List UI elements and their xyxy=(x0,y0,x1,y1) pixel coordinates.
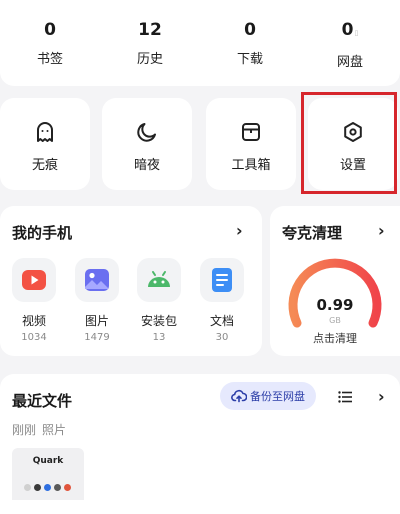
clean-button[interactable]: 点击清理 xyxy=(270,330,400,346)
mini-mark-icon: ▯ xyxy=(354,29,359,37)
stat-cloud-drive[interactable]: 0▯ 网盘 xyxy=(300,0,400,86)
app-icon-tile xyxy=(200,258,244,302)
stat-value-text: 0 xyxy=(341,20,354,40)
storage-unit: GB xyxy=(329,316,341,325)
app-label: 安装包 xyxy=(140,314,177,328)
video-icon xyxy=(22,270,46,290)
stat-value: 0▯ xyxy=(342,20,359,43)
app-count: 1034 xyxy=(21,332,47,343)
stat-value: 12 xyxy=(138,20,162,40)
storage-value: 0.99 xyxy=(316,296,354,314)
app-count: 30 xyxy=(215,332,229,343)
app-videos[interactable]: 视频 1034 xyxy=(6,258,62,343)
time-label: 刚刚 xyxy=(12,423,37,437)
app-count: 1479 xyxy=(84,332,110,343)
chevron-right-icon[interactable]: › xyxy=(236,221,243,240)
app-install-packages[interactable]: 安装包 13 xyxy=(131,258,187,343)
category-label: 照片 xyxy=(42,423,67,437)
tool-toolbox[interactable]: 工具箱 xyxy=(206,98,296,190)
app-icon-tile xyxy=(12,258,56,302)
thumbnail-title: Quark xyxy=(32,456,64,466)
stat-bookmarks[interactable]: 0 书签 xyxy=(0,0,100,86)
app-label: 视频 xyxy=(21,314,46,328)
stat-label: 网盘 xyxy=(336,55,363,70)
tool-night-mode[interactable]: 暗夜 xyxy=(102,98,192,190)
settings-highlight-box xyxy=(301,92,397,194)
stat-downloads[interactable]: 0 下载 xyxy=(200,0,300,86)
android-icon xyxy=(148,271,170,287)
stats-card: 0 书签 12 历史 0 下载 0▯ 网盘 xyxy=(0,0,400,86)
stat-history[interactable]: 12 历史 xyxy=(100,0,200,86)
backup-label: 备份至网盘 xyxy=(250,390,305,403)
app-icon-tile xyxy=(137,258,181,302)
section-title: 最近文件 xyxy=(12,392,73,410)
backup-to-cloud-button[interactable]: 备份至网盘 xyxy=(220,382,316,410)
section-title: 夸克清理 xyxy=(282,224,343,242)
cloud-upload-icon xyxy=(231,389,247,403)
my-phone-card: 我的手机 › 视频 1034 图片 1479 安装包 13 文档 30 xyxy=(0,206,262,356)
moon-icon xyxy=(137,123,156,142)
thumb-dot xyxy=(44,484,51,491)
stat-label: 下载 xyxy=(236,52,263,67)
app-label: 文档 xyxy=(209,314,234,328)
tool-label: 暗夜 xyxy=(133,158,160,173)
thumb-dot xyxy=(64,484,71,491)
thumb-dot xyxy=(24,484,31,491)
stat-label: 历史 xyxy=(136,52,163,67)
section-title: 我的手机 xyxy=(12,224,73,242)
tool-label: 工具箱 xyxy=(231,158,271,173)
tool-incognito[interactable]: 无痕 xyxy=(0,98,90,190)
app-count: 13 xyxy=(152,332,166,343)
app-images[interactable]: 图片 1479 xyxy=(69,258,125,343)
cleanup-card[interactable]: 夸克清理 › 0.99 GB 点击清理 xyxy=(270,206,400,356)
thumb-dot xyxy=(54,484,61,491)
chevron-right-icon[interactable]: › xyxy=(378,387,385,406)
stat-label: 书签 xyxy=(36,52,63,67)
stat-value: 0 xyxy=(244,20,256,40)
list-view-icon[interactable] xyxy=(338,391,352,403)
image-icon xyxy=(85,269,109,291)
tool-label: 无痕 xyxy=(31,158,58,173)
thumb-dot xyxy=(34,484,41,491)
app-label: 图片 xyxy=(84,314,109,328)
toolbox-icon xyxy=(242,123,260,141)
ghost-icon xyxy=(37,122,53,142)
app-icon-tile xyxy=(75,258,119,302)
document-icon xyxy=(212,268,232,292)
app-documents[interactable]: 文档 30 xyxy=(194,258,250,343)
recent-file-thumbnail[interactable]: Quark xyxy=(12,448,84,500)
chevron-right-icon[interactable]: › xyxy=(378,221,385,240)
recent-sub-labels: 刚刚 照片 xyxy=(12,421,72,438)
stat-value: 0 xyxy=(44,20,56,40)
